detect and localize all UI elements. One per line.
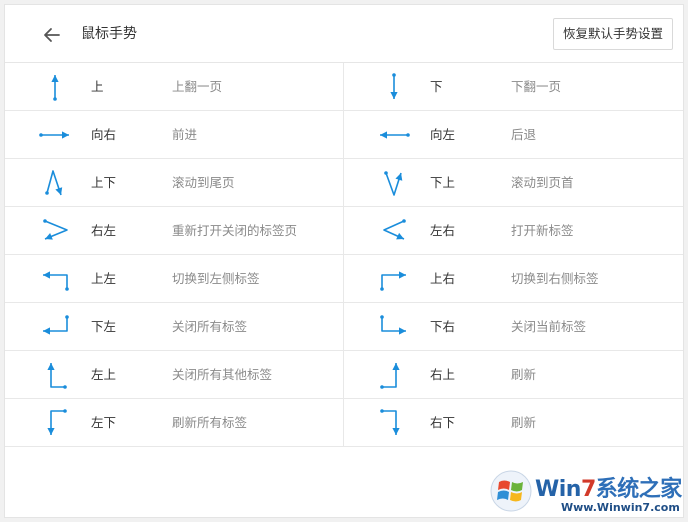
gesture-action: 关闭所有标签 (172, 319, 248, 334)
gesture-row: 下左 关闭所有标签 下右 关闭当前标签 (5, 303, 683, 351)
gesture-direction: 向左 (430, 127, 456, 142)
gesture-row: 右左 重新打开关闭的标签页 左右 打开新标签 (5, 207, 683, 255)
gesture-direction: 左下 (91, 415, 117, 430)
gesture-left-right-icon (383, 219, 406, 240)
gesture-item[interactable]: 上左 切换到左侧标签 (5, 255, 344, 302)
gesture-left-down-icon (47, 409, 67, 435)
gesture-grid: 上 上翻一页 下 下翻一页向右 前进 向左 后退上下 滚动到尾页 下上 滚动到页首右左 重新打开关闭… (5, 63, 683, 447)
gesture-right-left-icon (43, 219, 68, 240)
watermark: Win7系统之家 Www.Winwin7.com (487, 467, 687, 519)
gesture-row: 上下 滚动到尾页 下上 滚动到页首 (5, 159, 683, 207)
arrow-left-icon (44, 28, 60, 42)
reset-defaults-button[interactable]: 恢复默认手势设置 (552, 18, 673, 50)
gesture-down-right-icon (380, 315, 406, 335)
gesture-action: 滚动到页首 (511, 175, 574, 190)
arrow-down-icon (390, 73, 398, 99)
gesture-row: 向右 前进 向左 后退 (5, 111, 683, 159)
gesture-direction: 上 (91, 79, 104, 94)
back-button[interactable] (41, 24, 63, 46)
watermark-url: Www.Winwin7.com (561, 501, 680, 514)
gesture-direction: 向右 (91, 127, 117, 142)
gesture-item[interactable]: 下上 滚动到页首 (344, 159, 683, 206)
gesture-item[interactable]: 左下 刷新所有标签 (5, 399, 344, 446)
gesture-action: 打开新标签 (511, 223, 574, 238)
gesture-item[interactable]: 下 下翻一页 (344, 63, 683, 110)
arrow-left-icon (380, 131, 410, 139)
gesture-right-down-icon (380, 409, 400, 435)
gesture-up-left-icon (43, 271, 69, 291)
arrow-up-icon (51, 75, 59, 101)
gesture-item[interactable]: 向左 后退 (344, 111, 683, 158)
gesture-direction: 下左 (91, 319, 117, 334)
watermark-brand: Win7系统之家 (535, 477, 682, 502)
gesture-row: 左下 刷新所有标签 右下 刷新 (5, 399, 683, 447)
gesture-row: 上左 切换到左侧标签 上右 切换到右侧标签 (5, 255, 683, 303)
gesture-action: 下翻一页 (511, 79, 562, 94)
gesture-action: 刷新 (511, 367, 537, 382)
gesture-direction: 下右 (430, 319, 456, 334)
gesture-direction: 右左 (91, 223, 117, 238)
gesture-action: 切换到左侧标签 (172, 271, 260, 286)
gesture-item[interactable]: 下右 关闭当前标签 (344, 303, 683, 350)
gesture-action: 关闭当前标签 (511, 319, 587, 334)
gesture-action: 后退 (511, 127, 537, 142)
gesture-up-right-icon (380, 271, 406, 291)
gesture-action: 重新打开关闭的标签页 (172, 223, 298, 238)
gesture-action: 切换到右侧标签 (511, 271, 599, 286)
gesture-down-up-icon (384, 171, 403, 196)
gesture-action: 刷新 (511, 415, 537, 430)
gesture-direction: 左上 (91, 367, 117, 382)
gesture-item[interactable]: 右左 重新打开关闭的标签页 (5, 207, 344, 254)
windows-logo-icon (490, 470, 532, 512)
gesture-up-down-icon (45, 170, 63, 196)
gesture-direction: 下 (430, 79, 443, 94)
gesture-action: 滚动到尾页 (172, 175, 235, 190)
gesture-item[interactable]: 向右 前进 (5, 111, 344, 158)
page-header: 鼠标手势 恢复默认手势设置 (5, 5, 683, 63)
gesture-direction: 上左 (91, 271, 117, 286)
gesture-row: 上 上翻一页 下 下翻一页 (5, 63, 683, 111)
arrow-right-icon (39, 131, 69, 139)
gesture-direction: 上右 (430, 271, 456, 286)
gesture-row: 左上 关闭所有其他标签 右上 刷新 (5, 351, 683, 399)
gesture-item[interactable]: 左右 打开新标签 (344, 207, 683, 254)
gesture-right-up-icon (380, 363, 400, 389)
settings-panel: 鼠标手势 恢复默认手势设置 上上翻一页下下翻一页 向右 前进 向左 后退 上下 滚动到尾页下… (4, 4, 684, 518)
gesture-direction: 上下 (91, 175, 117, 190)
gesture-item[interactable]: 下左 关闭所有标签 (5, 303, 344, 350)
gesture-direction: 左右 (430, 223, 456, 238)
page-title: 鼠标手势 (81, 26, 137, 42)
gesture-action: 上翻一页 (172, 79, 223, 94)
gesture-direction: 下上 (430, 175, 456, 190)
gesture-item[interactable]: 左上 关闭所有其他标签 (5, 351, 344, 398)
gesture-item[interactable]: 右下 刷新 (344, 399, 683, 446)
gesture-down-left-icon (43, 315, 69, 335)
gesture-left-up-icon (47, 363, 67, 389)
gesture-item[interactable]: 右上 刷新 (344, 351, 683, 398)
gesture-item[interactable]: 上下 滚动到尾页 (5, 159, 344, 206)
gesture-direction: 右上 (430, 367, 456, 382)
gesture-action: 关闭所有其他标签 (172, 367, 273, 382)
gesture-item[interactable]: 上右 切换到右侧标签 (344, 255, 683, 302)
gesture-direction: 右下 (430, 415, 456, 430)
gesture-item[interactable]: 上 上翻一页 (5, 63, 344, 110)
gesture-action: 前进 (172, 127, 198, 142)
gesture-action: 刷新所有标签 (172, 415, 248, 430)
